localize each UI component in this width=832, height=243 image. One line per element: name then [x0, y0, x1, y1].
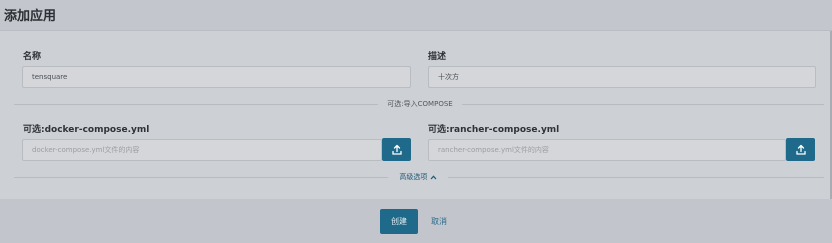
docker-compose-upload-button[interactable]: [382, 138, 411, 161]
upload-icon: [391, 144, 402, 155]
rancher-compose-upload-button[interactable]: [786, 138, 815, 161]
chevron-up-icon: [430, 174, 437, 179]
page-title: 添加应用: [4, 9, 57, 24]
import-compose-divider-label: 可选:导入COMPOSE: [387, 100, 453, 108]
upload-icon: [795, 144, 806, 155]
advanced-options-toggle[interactable]: 高级选项: [388, 172, 448, 182]
divider-left: [14, 104, 378, 105]
rancher-compose-label: 可选:rancher-compose.yml: [428, 125, 560, 135]
name-input[interactable]: [22, 66, 411, 88]
dialog-header: 添加应用: [0, 0, 832, 31]
advanced-options-label: 高级选项: [399, 173, 428, 181]
divider-right: [462, 104, 824, 105]
docker-compose-input[interactable]: docker-compose.yml文件的内容: [22, 139, 382, 161]
create-button[interactable]: 创建: [380, 209, 418, 234]
cancel-button[interactable]: 取消: [431, 209, 447, 234]
name-label: 名称: [23, 52, 42, 62]
description-input[interactable]: [428, 66, 816, 88]
description-label: 描述: [428, 52, 447, 62]
rancher-compose-input[interactable]: rancher-compose.yml文件的内容: [428, 139, 786, 161]
docker-compose-label: 可选:docker-compose.yml: [23, 125, 150, 135]
